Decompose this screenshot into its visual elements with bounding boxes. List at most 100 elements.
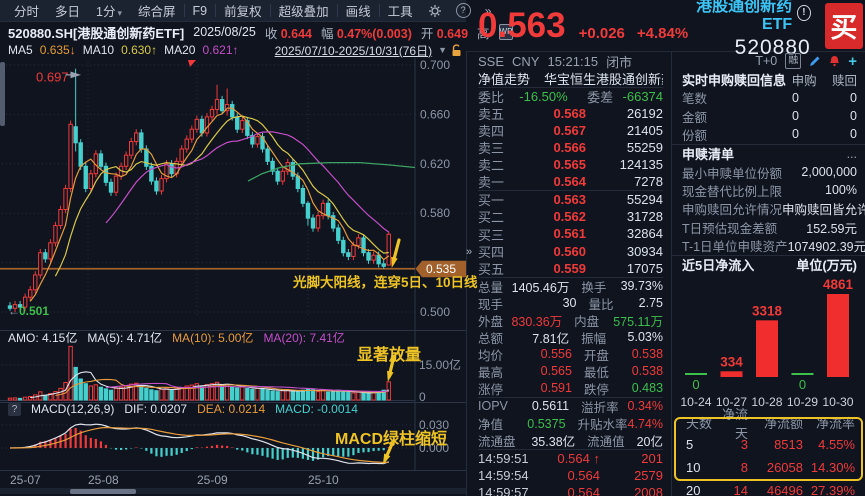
col-days: 天数 [686, 413, 716, 432]
vol-ma10: MA(10): 5.00亿 [172, 329, 253, 346]
rt-red-value: 0 [799, 91, 857, 105]
svg-text:10-24: 10-24 [680, 395, 711, 409]
rt-label: 金额 [682, 107, 755, 126]
bid-row[interactable]: 买四0.56030934 [478, 243, 663, 260]
list-label: 最小申赎单位份额 [682, 163, 801, 182]
stat-row: 最高0.565最低0.538 [478, 363, 663, 380]
stat-value: 0.483 [632, 381, 663, 395]
weicha-label: 委差 [578, 87, 623, 106]
fund-name-link[interactable]: 华宝恒生港股通创新药精 [544, 69, 663, 88]
tab-1min[interactable]: 1分▾ [88, 1, 130, 20]
volume: 17075 [586, 261, 663, 276]
macd-name: MACD(12,26,9) [31, 402, 114, 416]
help-icon[interactable]: ? [8, 403, 21, 416]
vol-ma5: MA(5): 4.71亿 [87, 329, 162, 346]
stat-value: 0.538 [632, 347, 663, 361]
weicha-value: -66374 [623, 89, 663, 104]
menu-forward-adjusted[interactable]: 前复权 [216, 1, 270, 20]
ma5-value: 0.635↓ [40, 43, 76, 57]
tick-volume: 201 [600, 451, 663, 466]
list-value: 2,000,000 [801, 165, 857, 179]
svg-text:0: 0 [419, 390, 426, 402]
ask-row[interactable]: 卖一0.5647278 [478, 173, 663, 191]
annotation-big-yang-candle: 光脚大阳线，连穿5日、10日线 [293, 271, 478, 291]
buy-button[interactable]: 买 [825, 3, 863, 49]
annotation-volume-surge: 显著放量 [357, 341, 421, 365]
svg-text:0.700: 0.700 [420, 58, 450, 72]
x-tick: 25-10 [308, 473, 339, 487]
menu-draw-line[interactable]: 画线 [338, 1, 379, 20]
alert-bell-icon[interactable] [829, 55, 840, 67]
stat-label: 跌停 [584, 379, 632, 398]
svg-text:0.620: 0.620 [420, 157, 450, 171]
etf-name: 港股通创新药ETF [688, 0, 792, 34]
bid-row[interactable]: 买一0.56355294 [478, 191, 663, 208]
volume: 55294 [586, 192, 663, 207]
trading-app: 分时 多日 1分▾ 综合屏 F9 前复权 超级叠加 画线 工具 ? » 5208… [0, 0, 865, 496]
tick-row: 14:59:510.564 ↑201 [478, 450, 663, 467]
menu-tools[interactable]: 工具 [380, 1, 421, 20]
tick-time: 14:59:57 [478, 485, 536, 496]
volume: 124135 [586, 157, 663, 172]
svg-text:0.697: 0.697 [36, 69, 69, 84]
flow-row: 1082605814.30% [672, 456, 865, 479]
bid-row[interactable]: 买五0.55917075 [478, 260, 663, 278]
date-range-link[interactable]: 2025/07/10-2025/10/31(76日) [275, 42, 432, 59]
stat-value: 0.556 [519, 347, 572, 361]
v-scrollbar-thumb[interactable] [0, 62, 5, 126]
stat-value: 0.5375 [516, 417, 565, 431]
stat-row: 均价0.556开盘0.538 [478, 346, 663, 363]
weibi-value: -16.50% [514, 89, 567, 104]
stat-label: IOPV [478, 399, 518, 413]
col-netamt: 净流额 [748, 413, 803, 432]
days-value: 20 [686, 483, 716, 496]
bid-row[interactable]: 买三0.56132864 [478, 225, 663, 242]
netdays-value: 8 [716, 460, 748, 475]
netdays-value: 3 [716, 437, 748, 452]
quote-time: 15:21:15 [547, 54, 598, 69]
svg-text:3318: 3318 [752, 303, 783, 318]
add-icon[interactable]: + [848, 53, 857, 70]
panel-expand-icon[interactable]: » [466, 246, 472, 258]
ask-row[interactable]: 卖五0.56826192 [478, 105, 663, 122]
open-label: 开 [421, 27, 434, 41]
stat-row: 现手30量比2.75 [478, 295, 663, 312]
close-label: 收 [265, 27, 278, 41]
info-icon[interactable]: ! [797, 5, 811, 21]
menu-super-overlay[interactable]: 超级叠加 [271, 1, 337, 20]
svg-text:0.500: 0.500 [420, 305, 450, 319]
ask-row[interactable]: 卖三0.56655259 [478, 139, 663, 156]
x-axis: 25-07 25-08 25-09 25-10 [0, 470, 466, 488]
ask-row[interactable]: 卖四0.56721405 [478, 122, 663, 139]
tab-multiday[interactable]: 多日 [47, 1, 88, 20]
range-value: 0.47%(0.003) [337, 27, 412, 41]
close-value: 0.644 [281, 27, 312, 41]
gear-icon[interactable] [421, 4, 449, 18]
symbol-title: 520880.SH[港股通创新药ETF] [8, 23, 184, 42]
h-scrollbar-thumb[interactable] [70, 489, 136, 494]
unlock-icon[interactable] [451, 44, 462, 57]
menu-f9[interactable]: F9 [185, 4, 216, 18]
chevron-down-icon: ▾ [117, 8, 122, 18]
stat-row: 净值0.5375升贴水率4.74% [478, 415, 663, 432]
chevron-down-icon[interactable]: ▼ [438, 45, 447, 55]
pencil-icon[interactable] [809, 55, 821, 67]
price: 0.561 [522, 226, 586, 241]
more-link[interactable]: ... [847, 147, 857, 161]
t0-badge: T+0 [755, 54, 777, 68]
nav-tab-nav-trend[interactable]: 净值走势 [478, 69, 530, 88]
list-title: 申赎清单 [682, 144, 847, 163]
ask-row[interactable]: 卖二0.565124135 [478, 156, 663, 173]
tick-time: 14:59:51 [478, 451, 536, 466]
toolbar-menu: 综合屏 F9 前复权 超级叠加 画线 工具 ? » [130, 1, 498, 20]
status-row: SSECNY15:21:15闭市 [478, 53, 663, 70]
rt-sub-value: 0 [755, 91, 799, 105]
flow-row: 5385134.55% [672, 433, 865, 456]
annotation-macd-shrink: MACD绿柱缩短 [335, 425, 447, 449]
tab-intraday[interactable]: 分时 [6, 1, 47, 20]
menu-composite-screen[interactable]: 综合屏 [130, 1, 184, 20]
netamt-value: 26058 [748, 460, 803, 475]
bid-row[interactable]: 买二0.56231728 [478, 208, 663, 225]
svg-text:0.501: 0.501 [19, 304, 49, 318]
list-label: T日预估现金差额 [682, 218, 806, 237]
